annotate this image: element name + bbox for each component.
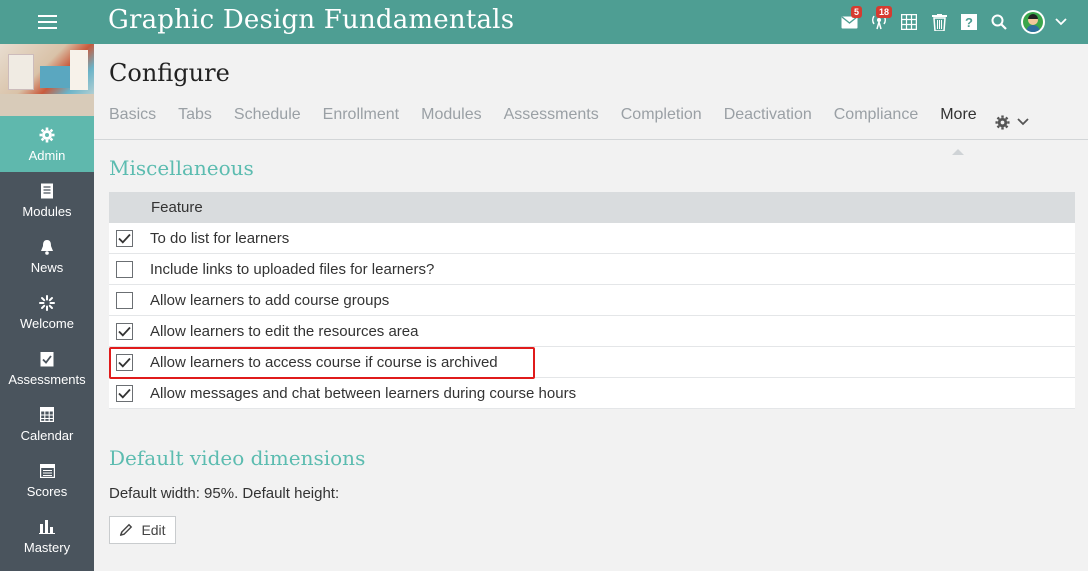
menu-toggle-button[interactable] [0,0,94,44]
table-header: Feature [109,192,1075,223]
sidebar-item-label: Welcome [20,315,74,331]
sidebar-item-mastery[interactable]: Mastery [0,508,94,564]
sidebar-item-admin[interactable]: Admin [0,116,94,172]
mail-button[interactable]: 5 [834,0,864,44]
feature-checkbox[interactable] [116,229,133,247]
book-icon [41,183,53,198]
sidebar-item-welcome[interactable]: Welcome [0,284,94,340]
sidebar-item-label: Modules [22,203,72,219]
checkmark-icon [118,357,131,368]
sidebar-item-label: Assessments [8,371,86,387]
edit-button[interactable]: Edit [109,516,176,544]
tab-divider [94,139,1088,140]
edit-button-label: Edit [141,522,166,538]
sidebar-item-news[interactable]: News [0,228,94,284]
checkmark-icon [118,326,131,337]
feature-checkbox[interactable] [116,384,133,402]
table-row: Include links to uploaded files for lear… [109,254,1075,285]
tab-deactivation[interactable]: Deactivation [724,104,812,140]
sidebar-item-label: Admin [28,147,66,163]
chevron-down-icon [1017,118,1029,126]
calendar-grid-icon [901,14,917,30]
sidebar-item-assessments[interactable]: Assessments [0,340,94,396]
course-title: Graphic Design Fundamentals [108,5,515,35]
search-icon [991,14,1007,30]
svg-text:?: ? [965,15,973,30]
broadcast-button[interactable]: 18 [864,0,894,44]
sidebar-item-label: Mastery [23,539,71,555]
page-title: Configure [109,59,230,87]
sidebar-item-label: Scores [26,483,68,499]
tab-bar: Basics Tabs Schedule Enrollment Modules … [109,104,1051,155]
mail-badge: 5 [850,6,862,18]
table-row: To do list for learners [109,223,1075,254]
checkmark-icon [118,388,131,399]
section-title-video-dimensions: Default video dimensions [109,446,366,470]
gear-icon [995,114,1010,130]
sidebar: Admin Modules News Welcome Assessments C… [0,44,94,571]
trash-icon [931,13,947,31]
settings-dropdown[interactable] [995,104,1029,140]
feature-checkbox[interactable] [116,260,133,278]
bell-icon [41,239,53,255]
scores-icon [39,463,55,478]
feature-label: Include links to uploaded files for lear… [150,260,435,278]
help-button[interactable]: ? [954,0,984,44]
avatar [1021,10,1045,34]
table-row: Allow learners to add course groups [109,285,1075,316]
top-bar: Graphic Design Fundamentals 5 18 ? [0,0,1088,44]
sidebar-item-modules[interactable]: Modules [0,172,94,228]
feature-label: Allow learners to edit the resources are… [150,322,419,340]
video-dimensions-text: Default width: 95%. Default height: [109,485,340,502]
feature-label: To do list for learners [150,229,290,247]
user-menu-button[interactable] [1014,0,1070,44]
tab-assessments[interactable]: Assessments [504,104,599,140]
checkmark-icon [118,233,131,244]
gear-icon [39,127,55,142]
feature-label: Allow messages and chat between learners… [150,384,577,402]
feature-table: Feature To do list for learners Include … [109,192,1075,409]
sidebar-item-label: Calendar [20,427,74,443]
chevron-down-icon [1055,18,1067,26]
help-icon: ? [961,14,977,30]
table-row: Allow learners to access course if cours… [109,347,1075,378]
hamburger-icon [37,13,57,31]
table-row: Allow messages and chat between learners… [109,378,1075,409]
tab-basics[interactable]: Basics [109,104,156,140]
tab-more[interactable]: More [940,104,977,155]
bar-chart-icon [39,520,55,534]
search-button[interactable] [984,0,1014,44]
feature-checkbox[interactable] [116,291,133,309]
checklist-icon [40,351,53,366]
trash-button[interactable] [924,0,954,44]
column-header-feature: Feature [151,199,203,216]
pencil-icon [120,523,133,536]
tab-enrollment[interactable]: Enrollment [323,104,399,140]
feature-label: Allow learners to access course if cours… [150,353,498,371]
broadcast-badge: 18 [875,6,892,18]
table-row: Allow learners to edit the resources are… [109,316,1075,347]
tab-completion[interactable]: Completion [621,104,702,140]
calendar-icon [40,407,54,422]
feature-checkbox[interactable] [116,353,133,371]
feature-label: Allow learners to add course groups [150,291,390,309]
sidebar-item-scores[interactable]: Scores [0,452,94,508]
tab-modules[interactable]: Modules [421,104,481,140]
sidebar-item-label: News [30,259,64,275]
sparkle-icon [39,294,55,311]
tab-schedule[interactable]: Schedule [234,104,301,140]
tab-tabs[interactable]: Tabs [178,104,212,140]
header-icons: 5 18 ? [834,0,1070,44]
calendar-grid-button[interactable] [894,0,924,44]
course-thumbnail[interactable] [0,44,94,116]
sidebar-item-calendar[interactable]: Calendar [0,396,94,452]
section-title-miscellaneous: Miscellaneous [109,156,254,180]
feature-checkbox[interactable] [116,322,133,340]
tab-compliance[interactable]: Compliance [834,104,918,140]
